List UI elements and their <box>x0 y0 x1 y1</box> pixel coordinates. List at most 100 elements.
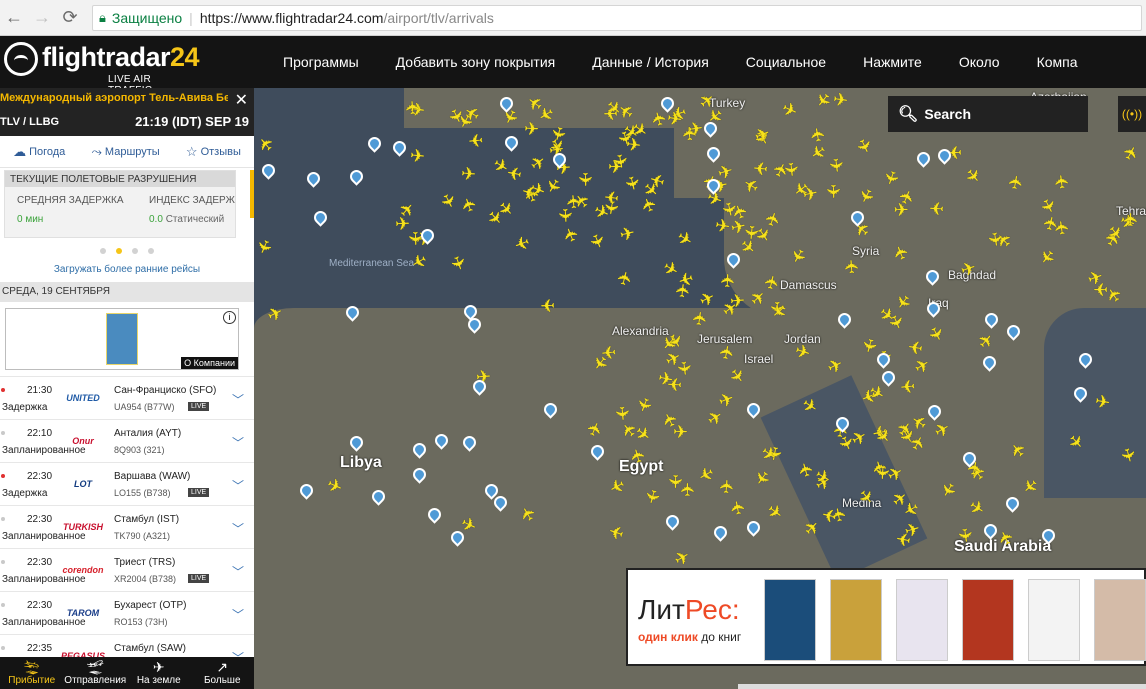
tab-arrivals[interactable]: 🛬︎ Прибытие <box>0 657 64 689</box>
signal-icon[interactable]: ((•)) <box>1118 96 1146 132</box>
forward-icon[interactable]: → <box>28 0 56 36</box>
aircraft-icon[interactable]: ✈ <box>717 479 739 496</box>
aircraft-icon[interactable]: ✈ <box>1051 173 1074 190</box>
menu-apps[interactable]: Программы <box>283 54 359 70</box>
aircraft-icon[interactable]: ✈ <box>457 194 482 215</box>
airport-pin-icon[interactable] <box>502 133 521 153</box>
book-cover[interactable] <box>830 579 882 661</box>
aircraft-icon[interactable]: ✈ <box>526 150 551 176</box>
aircraft-icon[interactable]: ✈ <box>600 340 617 362</box>
aircraft-icon[interactable]: ✈ <box>603 186 620 208</box>
map-search[interactable]: 🔍︎ Search <box>888 96 1088 132</box>
chevron-down-icon[interactable]: ﹀ <box>232 391 244 408</box>
aircraft-icon[interactable]: ✈ <box>446 252 470 273</box>
aircraft-icon[interactable]: ✈ <box>614 269 638 289</box>
aircraft-icon[interactable]: ✈ <box>467 129 484 151</box>
carousel-dot-active[interactable] <box>116 248 122 254</box>
address-bar[interactable]: 🔒︎ Защищено | https://www.flightradar24.… <box>92 5 1142 31</box>
chevron-down-icon[interactable]: ﹀ <box>232 520 244 537</box>
sidebar-ad[interactable]: i О Компании <box>5 308 239 370</box>
live-badge[interactable]: LIVE <box>188 574 210 583</box>
tab-weather[interactable]: ☁ Погода <box>13 144 65 160</box>
book-cover[interactable] <box>962 579 1014 661</box>
tab-routes[interactable]: ⤳ Маршруты <box>92 144 160 160</box>
airport-pin-icon[interactable] <box>311 207 330 227</box>
aircraft-icon[interactable]: ✈ <box>618 222 637 246</box>
menu-about[interactable]: Около <box>959 54 1000 70</box>
tab-more[interactable]: ↗ Больше <box>191 657 255 689</box>
aircraft-icon[interactable]: ✈ <box>505 161 524 185</box>
airport-pin-icon[interactable] <box>365 134 384 153</box>
aircraft-icon[interactable]: ✈ <box>686 118 704 141</box>
aircraft-icon[interactable]: ✈ <box>608 152 631 171</box>
menu-company[interactable]: Компа <box>1037 54 1078 70</box>
airport-pin-icon[interactable] <box>259 161 278 180</box>
aircraft-icon[interactable]: ✈ <box>409 146 427 168</box>
aircraft-icon[interactable]: ✈ <box>254 131 279 157</box>
flightradar-logo[interactable]: flightradar24 LIVE AIR TRAFFIC <box>4 40 200 96</box>
aircraft-icon[interactable]: ✈ <box>1120 212 1141 227</box>
aircraft-icon[interactable]: ✈ <box>510 230 532 255</box>
litres-banner-ad[interactable]: ЛитРес: один клик до книг <box>626 568 1146 666</box>
chevron-down-icon[interactable]: ﹀ <box>232 477 244 494</box>
aircraft-icon[interactable]: ✈ <box>824 157 847 175</box>
back-icon[interactable]: ← <box>0 0 28 36</box>
flight-row[interactable]: 22:30 Задержка LOT Варшава (WAW) LO155 (B738… <box>0 462 254 505</box>
carousel-dot[interactable] <box>132 248 138 254</box>
flight-row[interactable]: 22:30 Запланированное TAROM Бухарест (OTP) R… <box>0 591 254 634</box>
aircraft-icon[interactable]: ✈ <box>435 190 461 213</box>
live-badge[interactable]: LIVE <box>188 402 210 411</box>
flight-row[interactable]: 21:30 Задержка UNITED Сан-Франциско (SFO) UA… <box>0 376 254 419</box>
aircraft-icon[interactable]: ✈ <box>559 223 584 245</box>
chevron-down-icon[interactable]: ﹀ <box>232 606 244 623</box>
flight-row[interactable]: 22:30 Запланированное TURKISH Стамбул (IST)… <box>0 505 254 548</box>
flight-map[interactable]: Mediterranean Sea Libya Egypt Syria Iraq Jord… <box>254 88 1146 689</box>
airport-pin-icon[interactable] <box>347 167 367 186</box>
load-earlier-link[interactable]: Загружать более ранние рейсы <box>0 264 254 278</box>
aircraft-icon[interactable]: ✈ <box>821 184 842 199</box>
menu-data-history[interactable]: Данные / История <box>592 54 709 70</box>
tab-on-ground[interactable]: ✈︎ На земле <box>127 657 191 689</box>
menu-press[interactable]: Нажмите <box>863 54 922 70</box>
aircraft-icon[interactable]: ✈ <box>689 309 712 327</box>
book-cover[interactable] <box>1094 579 1146 661</box>
flight-row[interactable]: 22:30 Запланированное corendon Триест (TRS)… <box>0 548 254 591</box>
chevron-down-icon[interactable]: ﹀ <box>232 434 244 451</box>
aircraft-icon[interactable]: ✈ <box>673 282 695 299</box>
tab-reviews[interactable]: ☆ Отзывы <box>186 144 241 160</box>
aircraft-icon[interactable]: ✈ <box>842 258 864 274</box>
aircraft-icon[interactable]: ✈ <box>574 172 595 187</box>
aircraft-icon[interactable]: ✈ <box>407 247 430 273</box>
airport-pin-icon[interactable] <box>390 138 409 158</box>
aircraft-icon[interactable]: ✈ <box>524 119 540 141</box>
aircraft-icon[interactable]: ✈ <box>403 99 425 115</box>
airport-pin-icon[interactable] <box>304 169 323 188</box>
carousel-dot[interactable] <box>100 248 106 254</box>
aircraft-icon[interactable]: ✈ <box>871 465 893 481</box>
ad-about-label[interactable]: О Компании <box>181 357 238 369</box>
aircraft-icon[interactable]: ✈ <box>718 273 740 289</box>
carousel-dot[interactable] <box>148 248 154 254</box>
info-icon[interactable]: i <box>223 311 236 324</box>
book-cover[interactable] <box>1028 579 1080 661</box>
tab-departures[interactable]: 🛫︎ Отправления <box>64 657 128 689</box>
chevron-down-icon[interactable]: ﹀ <box>232 563 244 580</box>
aircraft-icon[interactable]: ✈ <box>673 226 696 252</box>
aircraft-icon[interactable]: ✈ <box>637 194 662 215</box>
menu-social[interactable]: Социальное <box>746 54 826 70</box>
flight-row[interactable]: 22:10 Запланированное Onur Анталия (AYT) 8Q9… <box>0 419 254 462</box>
reload-icon[interactable]: ⟳ <box>56 0 84 36</box>
aircraft-icon[interactable]: ✈ <box>679 482 700 497</box>
aircraft-icon[interactable]: ✈ <box>254 236 276 258</box>
aircraft-icon[interactable]: ✈ <box>899 374 916 396</box>
live-badge[interactable]: LIVE <box>188 488 210 497</box>
menu-add-coverage[interactable]: Добавить зону покрытия <box>396 54 556 70</box>
close-icon[interactable]: ✕ <box>235 90 248 110</box>
aircraft-icon[interactable]: ✈ <box>647 167 668 192</box>
aircraft-icon[interactable]: ✈ <box>929 196 945 218</box>
aircraft-icon[interactable]: ✈ <box>1005 173 1028 192</box>
book-cover[interactable] <box>896 579 948 661</box>
aircraft-icon[interactable]: ✈ <box>584 231 609 253</box>
book-cover[interactable] <box>764 579 816 661</box>
aircraft-icon[interactable]: ✈ <box>461 164 477 186</box>
